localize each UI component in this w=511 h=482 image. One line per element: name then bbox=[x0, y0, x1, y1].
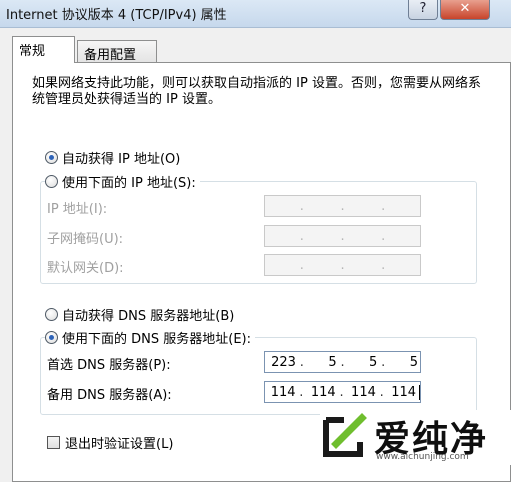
subnet-mask-input: . . . bbox=[264, 225, 421, 247]
validate-on-exit-checkbox[interactable] bbox=[47, 436, 60, 449]
default-gateway-label: 默认网关(D): bbox=[47, 261, 124, 276]
dns-manual-radio[interactable] bbox=[45, 331, 58, 344]
alternate-dns-input[interactable]: 114. 114. 114. 114 bbox=[264, 381, 421, 403]
ip-address-label: IP 地址(I): bbox=[47, 202, 108, 217]
watermark: 爱纯净 www.aichunjing.com bbox=[320, 410, 511, 465]
title-bar: Internet 协议版本 4 (TCP/IPv4) 属性 ? ✕ bbox=[0, 0, 511, 28]
dns-group-box bbox=[40, 337, 477, 415]
dns-auto-radio[interactable] bbox=[45, 308, 58, 321]
tab-general[interactable]: 常规 bbox=[12, 36, 75, 63]
ip-auto-label: 自动获得 IP 地址(O) bbox=[62, 152, 181, 167]
validate-on-exit-label: 退出时验证设置(L) bbox=[65, 437, 174, 452]
ip-manual-radio[interactable] bbox=[45, 175, 58, 188]
dns-manual-option[interactable]: 使用下面的 DNS 服务器地址(E): bbox=[45, 328, 255, 347]
close-button[interactable]: ✕ bbox=[440, 0, 490, 20]
preferred-dns-input[interactable]: 223. 5. 5. 5 bbox=[264, 351, 421, 373]
dns-auto-label: 自动获得 DNS 服务器地址(B) bbox=[62, 309, 235, 324]
ip-manual-label: 使用下面的 IP 地址(S): bbox=[62, 176, 196, 191]
text-caret bbox=[419, 384, 420, 400]
default-gateway-input: . . . bbox=[264, 254, 421, 276]
watermark-url: www.aichunjing.com bbox=[376, 452, 469, 462]
dns-manual-label: 使用下面的 DNS 服务器地址(E): bbox=[62, 332, 251, 347]
description-text: 如果网络支持此功能，则可以获取自动指派的 IP 设置。否则，您需要从网络系统管理… bbox=[32, 76, 481, 107]
ip-auto-option[interactable]: 自动获得 IP 地址(O) bbox=[45, 148, 180, 167]
tab-alternate-config[interactable]: 备用配置 bbox=[77, 40, 157, 63]
dns-auto-option[interactable]: 自动获得 DNS 服务器地址(B) bbox=[45, 305, 234, 324]
ip-manual-option[interactable]: 使用下面的 IP 地址(S): bbox=[45, 172, 200, 191]
ip-auto-radio[interactable] bbox=[45, 151, 58, 164]
preferred-dns-label: 首选 DNS 服务器(P): bbox=[47, 358, 171, 373]
ip-address-input: . . . bbox=[264, 195, 421, 217]
subnet-mask-label: 子网掩码(U): bbox=[47, 232, 124, 247]
help-button[interactable]: ? bbox=[408, 0, 438, 20]
alternate-dns-label: 备用 DNS 服务器(A): bbox=[47, 388, 172, 403]
validate-on-exit-option[interactable]: 退出时验证设置(L) bbox=[47, 433, 173, 452]
watermark-logo-icon bbox=[323, 413, 367, 457]
window-title: Internet 协议版本 4 (TCP/IPv4) 属性 bbox=[6, 8, 227, 23]
